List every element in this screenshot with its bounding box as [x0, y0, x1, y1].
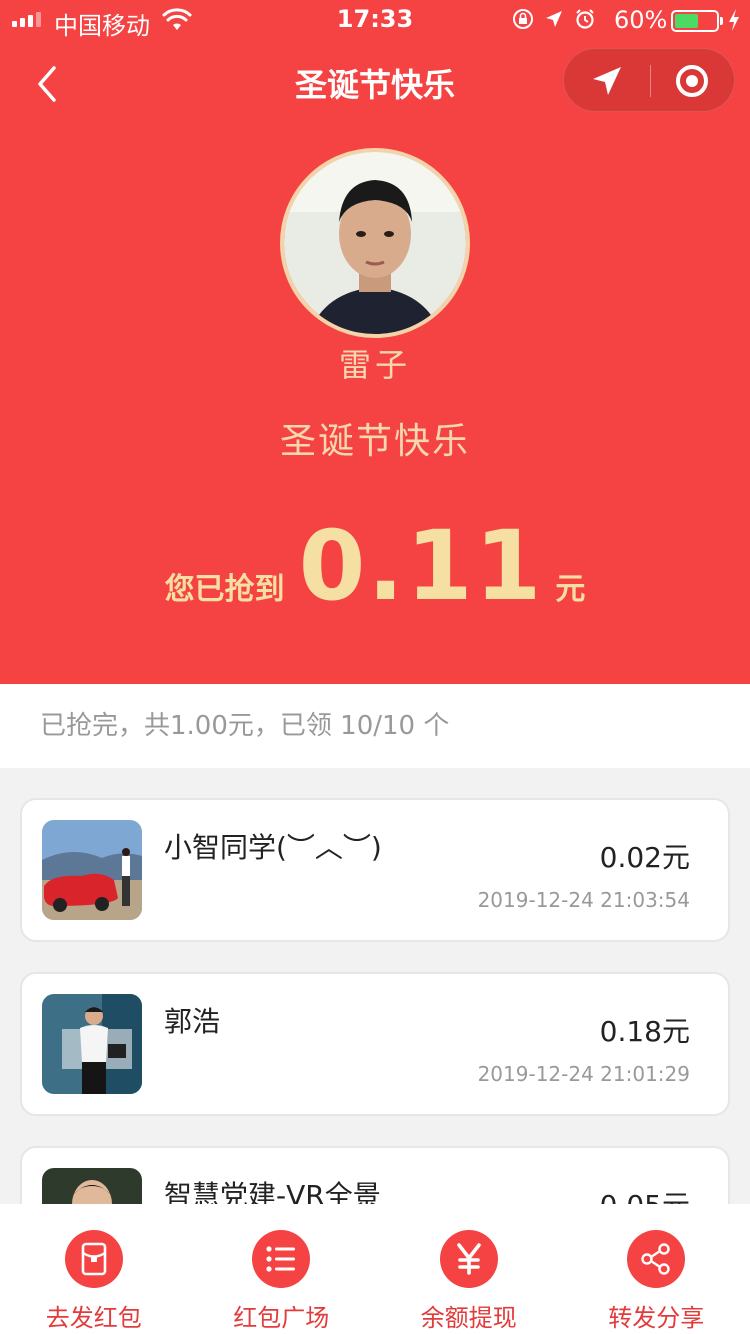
tab-label: 红包广场 — [233, 1304, 330, 1332]
battery-tip — [720, 17, 723, 25]
tab-send-red-envelope[interactable]: 去发红包 — [0, 1204, 188, 1334]
claim-time: 2019-12-24 21:01:29 — [477, 1062, 690, 1086]
tab-label: 余额提现 — [420, 1304, 517, 1332]
amount-prefix: 您已抢到 — [164, 572, 285, 607]
tab-label: 去发红包 — [45, 1304, 142, 1332]
claimer-avatar — [42, 820, 142, 920]
list-item[interactable]: 郭浩 0.18元 2019-12-24 21:01:29 — [20, 972, 730, 1116]
sender-avatar — [280, 148, 470, 338]
amount-value: 0.11 — [298, 510, 544, 622]
claimer-name: 郭浩 — [164, 1005, 221, 1038]
tab-label: 转发分享 — [608, 1304, 705, 1332]
claim-amount: 0.18元 — [599, 1015, 690, 1048]
capsule-divider — [650, 65, 651, 97]
sender-name: 雷子 — [338, 346, 411, 384]
claim-amount: 0.02元 — [599, 841, 690, 874]
share-icon — [627, 1230, 686, 1288]
yen-icon — [439, 1230, 498, 1288]
status-bar: 中国移动 17:33 60% — [0, 0, 750, 40]
bottom-tab-bar: 去发红包 红包广场 余额提现 转发分享 — [0, 1204, 750, 1334]
tab-red-envelope-plaza[interactable]: 红包广场 — [188, 1204, 376, 1334]
location-arrow-icon[interactable] — [589, 63, 625, 99]
amount-unit: 元 — [555, 572, 586, 607]
claim-summary: 已抢完，共1.00元，已领 10/10 个 — [0, 684, 750, 768]
tab-balance-withdraw[interactable]: 余额提现 — [375, 1204, 563, 1334]
list-item[interactable]: 小智同学(︶︿︶) 0.02元 2019-12-24 21:03:54 — [20, 798, 730, 942]
tab-forward-share[interactable]: 转发分享 — [563, 1204, 750, 1334]
battery-icon — [671, 10, 719, 32]
claimer-avatar — [42, 994, 142, 1094]
greeting-message: 圣诞节快乐 — [279, 421, 470, 462]
received-amount: 您已抢到 0.11 元 — [0, 510, 750, 622]
list-icon — [252, 1230, 311, 1288]
orientation-lock-icon — [513, 9, 533, 29]
mini-program-capsule — [563, 48, 735, 112]
location-arrow-icon — [546, 11, 562, 27]
close-target-icon[interactable] — [674, 63, 710, 99]
claimer-name: 小智同学(︶︿︶) — [164, 831, 382, 864]
battery-percent: 60% — [614, 6, 668, 34]
alarm-icon — [576, 9, 594, 29]
claim-time: 2019-12-24 21:03:54 — [477, 888, 690, 912]
charging-icon — [729, 9, 739, 31]
red-envelope-icon — [64, 1230, 123, 1288]
